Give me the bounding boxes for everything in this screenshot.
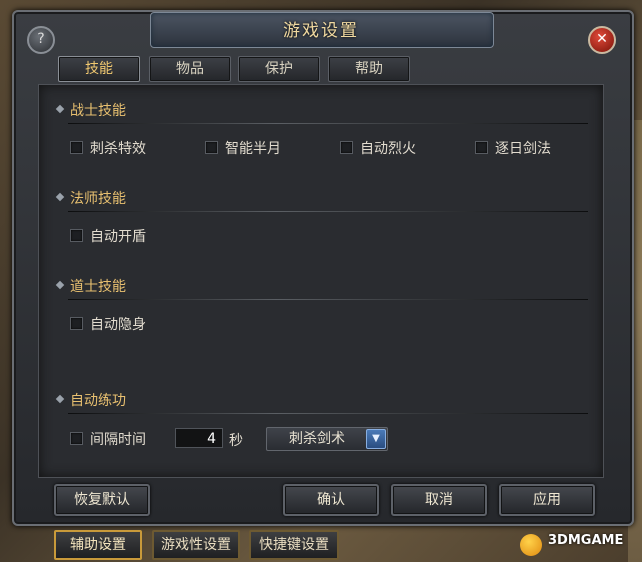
checkbox-label: 间隔时间 [90, 432, 146, 448]
tab-assist-settings[interactable]: 辅助设置 [54, 530, 142, 560]
tab-skills[interactable]: 技能 [58, 56, 140, 82]
checkbox-sunchase-sword[interactable] [475, 141, 488, 154]
section-title-mage: 法师技能 [70, 191, 126, 207]
tab-items[interactable]: 物品 [149, 56, 231, 82]
divider [68, 211, 588, 212]
apply-button[interactable]: 应用 [499, 484, 595, 516]
close-icon[interactable]: ✕ [588, 26, 616, 54]
checkbox-auto-stealth[interactable] [70, 317, 83, 330]
checkbox-label: 逐日剑法 [495, 141, 551, 157]
checkbox-auto-shield[interactable] [70, 229, 83, 242]
seconds-unit: 秒 [229, 433, 243, 449]
interval-input[interactable]: 4 [175, 428, 223, 448]
checkbox-label: 刺杀特效 [90, 141, 146, 157]
divider [68, 123, 588, 124]
section-title-practice: 自动练功 [70, 393, 126, 409]
help-icon[interactable]: ? [27, 26, 55, 54]
confirm-button[interactable]: 确认 [283, 484, 379, 516]
watermark: 3DMGAME [548, 533, 624, 548]
tab-hotkey-settings[interactable]: 快捷键设置 [249, 530, 339, 560]
checkbox-smart-halfmoon[interactable] [205, 141, 218, 154]
tab-gameplay-settings[interactable]: 游戏性设置 [152, 530, 240, 560]
watermark-logo-icon [520, 534, 542, 556]
checkbox-stab-effect[interactable] [70, 141, 83, 154]
section-title-taoist: 道士技能 [70, 279, 126, 295]
checkbox-label: 自动烈火 [360, 141, 416, 157]
checkbox-label: 自动开盾 [90, 229, 146, 245]
skill-dropdown-value: 刺杀剑术 [289, 431, 345, 447]
checkbox-interval[interactable] [70, 432, 83, 445]
divider [68, 413, 588, 414]
skill-dropdown[interactable]: 刺杀剑术 ▼ [266, 427, 388, 451]
checkbox-auto-flame[interactable] [340, 141, 353, 154]
section-title-warrior: 战士技能 [70, 103, 126, 119]
restore-defaults-button[interactable]: 恢复默认 [54, 484, 150, 516]
checkbox-label: 智能半月 [225, 141, 281, 157]
tab-help[interactable]: 帮助 [328, 56, 410, 82]
divider [68, 299, 588, 300]
tab-protection[interactable]: 保护 [238, 56, 320, 82]
checkbox-label: 自动隐身 [90, 317, 146, 333]
window-title: 游戏设置 [283, 21, 359, 41]
cancel-button[interactable]: 取消 [391, 484, 487, 516]
chevron-down-icon[interactable]: ▼ [366, 429, 386, 449]
